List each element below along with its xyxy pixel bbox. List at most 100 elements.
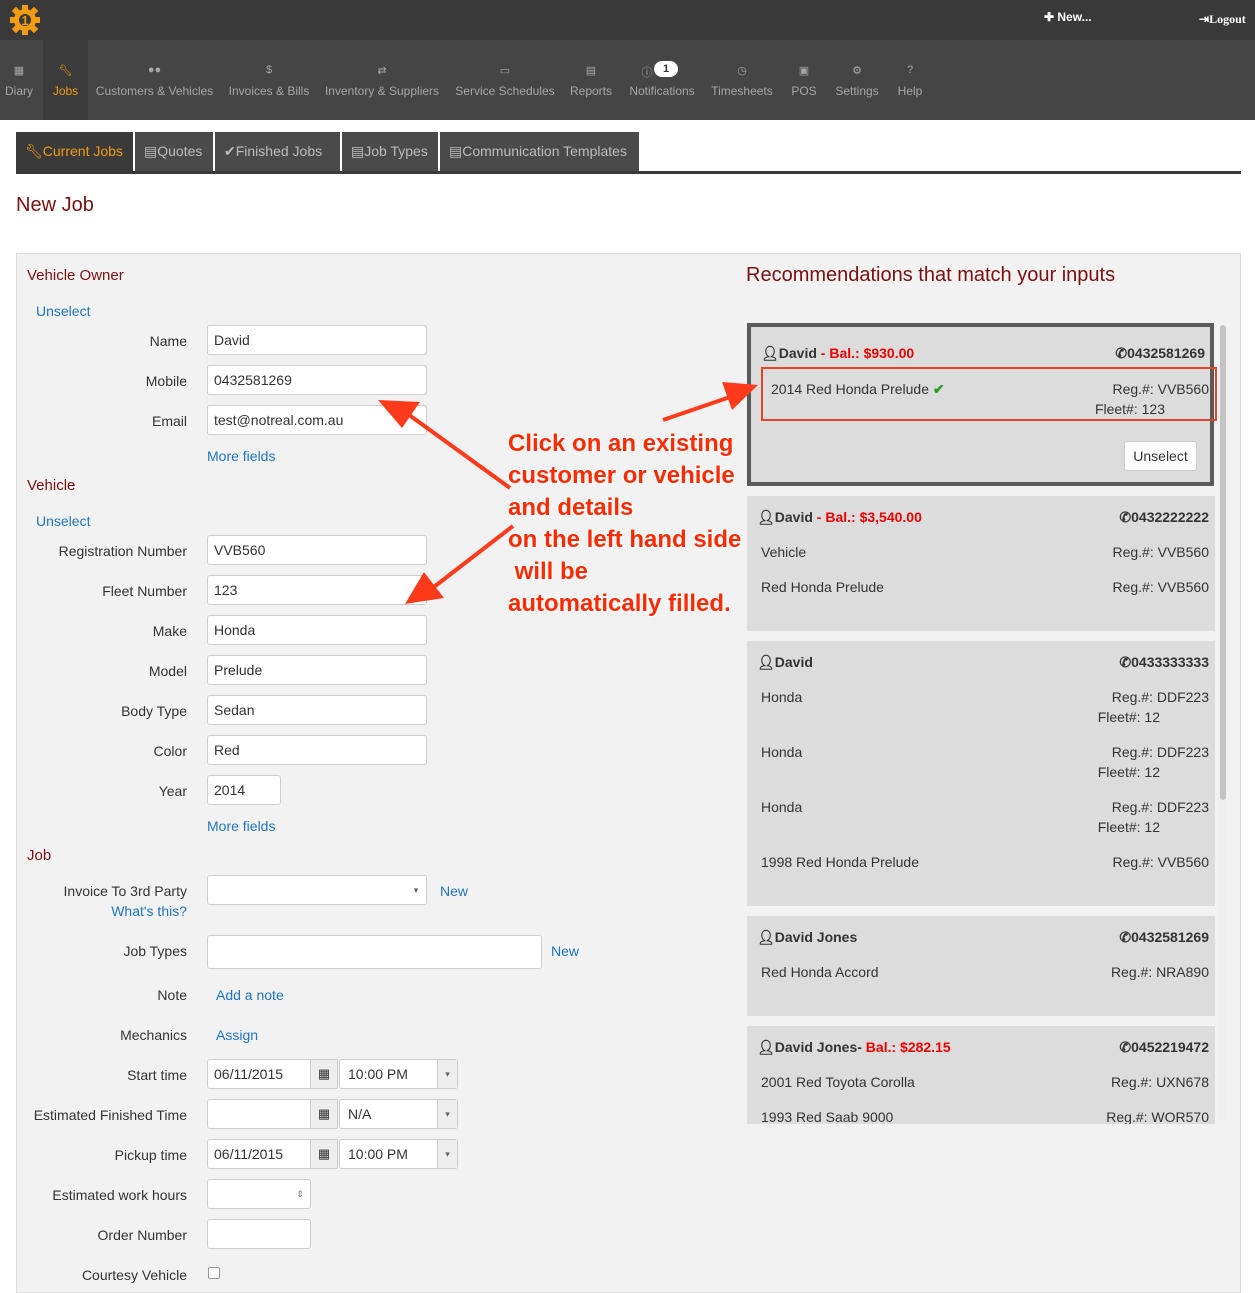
vehicle-fleet: Fleet#: 123 <box>1094 401 1165 417</box>
model-field[interactable]: Prelude <box>207 655 427 685</box>
mobile-field[interactable]: 0432581269 <box>207 365 427 395</box>
vehicle-desc[interactable]: 2001 Red Toyota Corolla <box>761 1074 915 1090</box>
spinner-icon[interactable]: ⇕ <box>296 1180 304 1208</box>
scrollbar-thumb[interactable] <box>1220 325 1226 800</box>
gear-logo-icon[interactable]: 1 <box>9 4 41 36</box>
selected-vehicle-row[interactable]: 2014 Red Honda Prelude ✔ Reg.#: VVB560 F… <box>761 367 1217 421</box>
mobile-label: Mobile <box>145 373 187 389</box>
chevron-down-icon: ▾ <box>406 876 426 904</box>
calendar-icon[interactable]: ▦ <box>310 1059 338 1089</box>
recommendation-card[interactable]: 👤︎David Jones ✆0432581269 Red Honda Acco… <box>747 916 1215 1016</box>
nav-inventory-suppliers[interactable]: ⇄ Inventory & Suppliers <box>321 40 443 120</box>
dollar-icon: $ <box>265 64 273 76</box>
color-field[interactable]: Red <box>207 735 427 765</box>
owner-unselect-link[interactable]: Unselect <box>36 303 90 319</box>
customer-name: 👤︎David Jones <box>757 929 857 946</box>
nav-service-schedules[interactable]: ▭ Service Schedules <box>451 40 559 120</box>
add-note-link[interactable]: Add a note <box>216 987 284 1003</box>
courtesy-vehicle-label: Courtesy Vehicle <box>81 1267 187 1283</box>
unselect-button[interactable]: Unselect <box>1124 441 1197 471</box>
nav-timesheets[interactable]: ◷ Timesheets <box>708 40 776 120</box>
vehicle-desc[interactable]: 1993 Red Saab 9000 <box>761 1109 893 1124</box>
nav-customers-vehicles[interactable]: ●● Customers & Vehicles <box>92 40 217 120</box>
vehicle-fleet: Fleet#: 12 <box>1097 819 1160 835</box>
courtesy-vehicle-checkbox[interactable] <box>208 1267 220 1279</box>
job-types-label: Job Types <box>123 943 187 959</box>
wrench-icon: 🔧︎ <box>25 143 43 159</box>
vehicle-desc[interactable]: Vehicle <box>761 544 806 560</box>
nav-jobs[interactable]: 🔧︎ Jobs <box>43 40 88 120</box>
recommendation-card[interactable]: 👤︎David - Bal.: $3,540.00 ✆0432222222 Ve… <box>747 496 1215 631</box>
balance: - Bal.: $3,540.00 <box>812 509 922 525</box>
nav-settings[interactable]: ⚙ Settings <box>831 40 883 120</box>
start-date-field[interactable]: 06/11/2015 <box>207 1059 312 1089</box>
phone-icon: ✆ <box>1119 509 1132 525</box>
body-type-field[interactable]: Sedan <box>207 695 427 725</box>
user-icon: 👤︎ <box>757 929 775 945</box>
vehicle-reg: Reg.#: VVB560 <box>1112 544 1209 560</box>
start-time-value: 10:00 PM <box>348 1066 408 1082</box>
finish-time-select[interactable]: N/A ▾ <box>339 1099 458 1129</box>
body-type-label: Body Type <box>121 703 187 719</box>
vehicle-unselect-link[interactable]: Unselect <box>36 513 90 529</box>
registration-field[interactable]: VVB560 <box>207 535 427 565</box>
assign-mechanics-link[interactable]: Assign <box>216 1027 258 1043</box>
tab-finished-jobs[interactable]: ✔Finished Jobs <box>215 132 340 171</box>
email-field[interactable]: test@notreal.com.au <box>207 405 427 435</box>
vehicle-desc[interactable]: Honda <box>761 744 802 760</box>
pickup-time-select[interactable]: 10:00 PM ▾ <box>339 1139 458 1169</box>
vehicle-desc[interactable]: Honda <box>761 689 802 705</box>
invoice-new-link[interactable]: New <box>440 883 468 899</box>
new-link[interactable]: ✚ New... <box>1044 10 1092 24</box>
nav-pos[interactable]: ▣ POS <box>786 40 822 120</box>
vehicle-desc[interactable]: Red Honda Prelude <box>761 579 884 595</box>
year-label: Year <box>158 783 187 799</box>
vehicle-desc[interactable]: Red Honda Accord <box>761 964 879 980</box>
recommendation-card[interactable]: 👤︎David ✆0433333333 Honda Reg.#: DDF223 … <box>747 641 1215 906</box>
nav-diary[interactable]: ▦ Diary <box>0 40 38 120</box>
year-field[interactable]: 2014 <box>207 775 281 805</box>
name-field[interactable]: David <box>207 325 427 355</box>
nav-reports[interactable]: ▤ Reports <box>566 40 616 120</box>
nav-notifications[interactable]: ⓘ 1 Notifications <box>625 40 699 120</box>
estimated-finished-label: Estimated Finished Time <box>33 1107 187 1123</box>
pickup-date-field[interactable]: 06/11/2015 <box>207 1139 312 1169</box>
calendar-icon[interactable]: ▦ <box>310 1099 338 1129</box>
recommendation-card-selected[interactable]: 👤︎David - Bal.: $930.00 ✆0432581269 2014… <box>747 323 1217 486</box>
annotation-line: will be <box>508 558 589 585</box>
tab-communication-templates[interactable]: ▤Communication Templates <box>440 132 639 171</box>
invoice-3rd-party-select[interactable]: ▾ <box>207 875 427 905</box>
customer-phone: ✆0432581269 <box>1115 345 1205 362</box>
vehicle-fleet: Fleet#: 12 <box>1097 709 1160 725</box>
make-field[interactable]: Honda <box>207 615 427 645</box>
calendar-icon[interactable]: ▦ <box>310 1139 338 1169</box>
nav-help[interactable]: ? Help <box>893 40 927 120</box>
logout-link[interactable]: ⇥Logout <box>1199 12 1246 27</box>
tab-job-types[interactable]: ▤Job Types <box>342 132 438 171</box>
work-hours-field[interactable]: ⇕ <box>207 1179 311 1209</box>
tab-current-jobs[interactable]: 🔧︎Current Jobs <box>16 132 133 171</box>
user-icon: 👤︎ <box>757 1039 775 1055</box>
work-hours-label: Estimated work hours <box>52 1187 187 1203</box>
tab-quotes[interactable]: ▤Quotes <box>135 132 213 171</box>
customer-name: 👤︎David - Bal.: $3,540.00 <box>757 509 922 526</box>
calendar-icon: ▦ <box>13 65 25 77</box>
vehicle-desc[interactable]: 1998 Red Honda Prelude <box>761 854 919 870</box>
pickup-time-value: 10:00 PM <box>348 1146 408 1162</box>
vehicle-desc-text: 2014 Red Honda Prelude <box>771 381 930 397</box>
start-time-select[interactable]: 10:00 PM ▾ <box>339 1059 458 1089</box>
order-number-field[interactable] <box>207 1219 311 1249</box>
job-types-new-link[interactable]: New <box>551 943 579 959</box>
nav-invoices-bills[interactable]: $ Invoices & Bills <box>224 40 314 120</box>
vehicle-more-fields-link[interactable]: More fields <box>207 818 275 834</box>
whats-this-link[interactable]: What's this? <box>7 903 187 919</box>
job-types-field[interactable] <box>207 935 542 969</box>
owner-more-fields-link[interactable]: More fields <box>207 448 275 464</box>
recommendation-card[interactable]: 👤︎David Jones- Bal.: $282.15 ✆0452219472… <box>747 1026 1215 1124</box>
vehicle-desc[interactable]: Honda <box>761 799 802 815</box>
model-label: Model <box>148 663 187 679</box>
customer-name-text: David <box>774 654 813 670</box>
check-icon: ✔ <box>224 143 236 159</box>
fleet-field[interactable]: 123 <box>207 575 427 605</box>
finish-date-field[interactable] <box>207 1099 312 1129</box>
